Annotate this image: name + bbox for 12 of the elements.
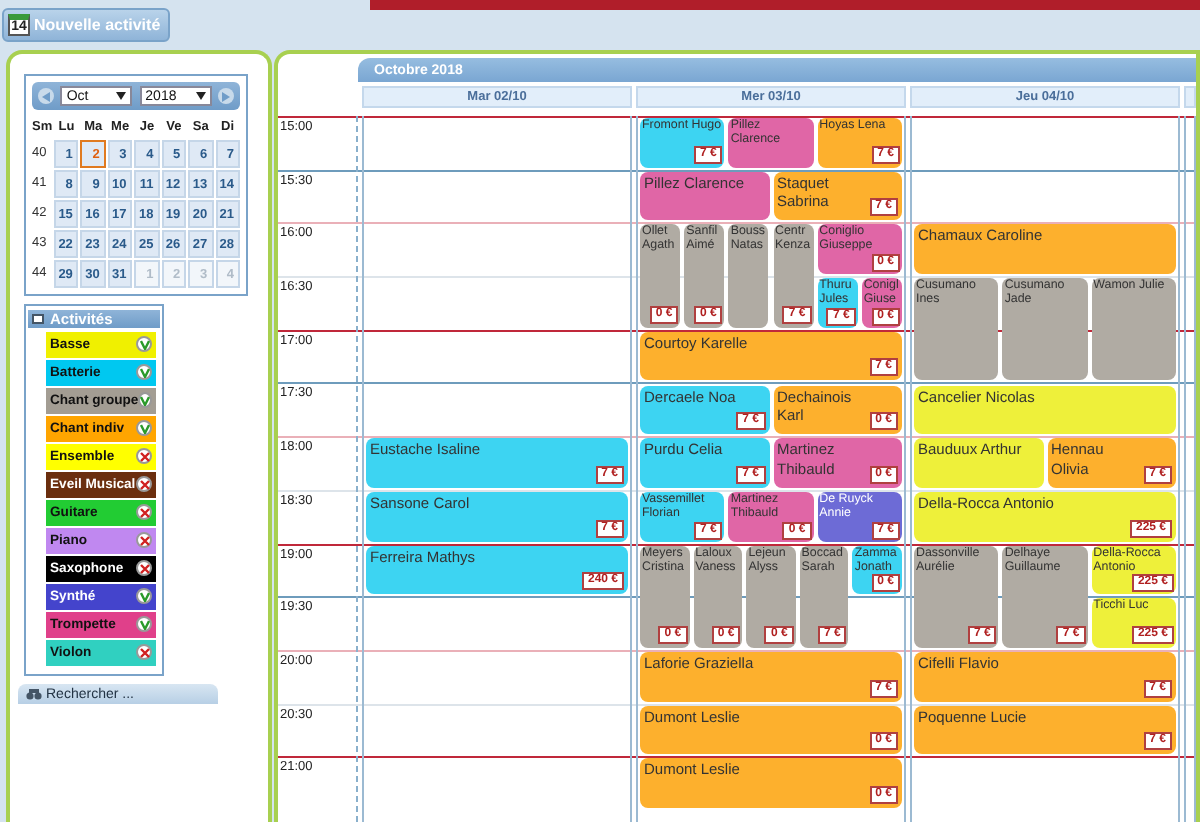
check-icon[interactable]: [136, 420, 152, 437]
check-icon[interactable]: [136, 588, 152, 605]
collapse-icon[interactable]: [32, 314, 44, 324]
cross-icon[interactable]: [136, 560, 152, 577]
cross-icon[interactable]: [136, 476, 152, 493]
binoculars-icon: [26, 688, 42, 700]
dropdown-icon: [116, 92, 127, 100]
check-icon[interactable]: [138, 392, 153, 409]
check-icon[interactable]: [136, 616, 152, 633]
check-icon[interactable]: [136, 336, 152, 353]
dropdown-icon: [195, 92, 206, 100]
check-icon[interactable]: [136, 364, 152, 381]
